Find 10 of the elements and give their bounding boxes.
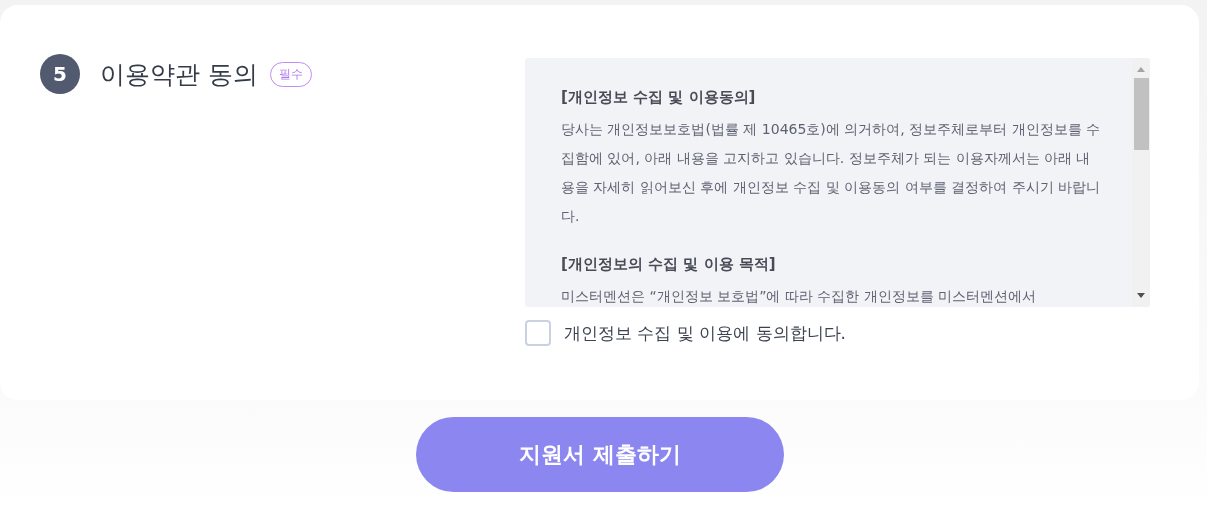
- terms-text: 당사는 개인정보보호법(법률 제 10465호)에 의거하여, 정보주체로부터 개인정보를 수집함에 있어, 아래 내용을 고지하고 있습니다. 정보주체가 되는 이용자께서는 아래 내용을 자세히 읽어보신 후에 개인정보 수집 및 이용동의 여부를 결정하여 주시기 바랍니다.: [561, 120, 1102, 226]
- section-title: 이용약관 동의: [100, 58, 258, 91]
- agree-label: 개인정보 수집 및 이용에 동의합니다.: [564, 321, 847, 345]
- agree-checkbox[interactable]: [525, 320, 551, 346]
- terms-heading: [개인정보 수집 및 이용동의]: [561, 88, 757, 107]
- scrollbar[interactable]: [1132, 58, 1150, 307]
- terms-text: 미스터멘션은 “개인정보 보호법”에 따라 수집한 개인정보를 미스터멘션에서: [561, 287, 1038, 306]
- step-number: 5: [40, 54, 80, 94]
- submit-button[interactable]: 지원서 제출하기: [416, 417, 784, 492]
- terms-heading: [개인정보의 수집 및 이용 목적]: [561, 255, 777, 274]
